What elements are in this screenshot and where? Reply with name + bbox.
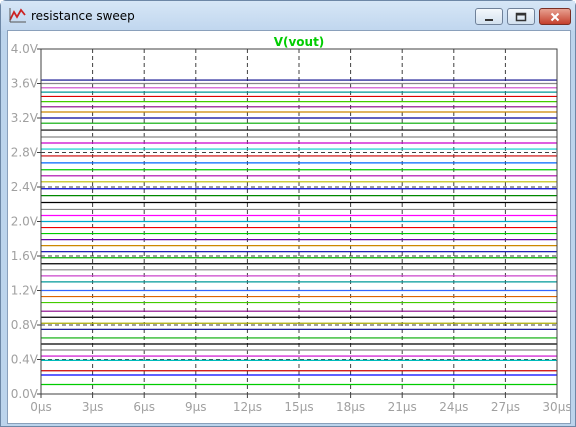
y-tick-label: 0.0V [11,387,39,401]
x-axis-ticks: 0µs 3µs 6µs 9µs 12µs 15µs 18µs 21µs 24µs 27µs 30µs [30,394,570,414]
y-tick-label: 4.0V [11,42,39,56]
title-bar[interactable]: resistance sweep [1,1,575,31]
x-tick-label: 30µs [542,400,570,414]
y-axis-ticks: 0.0V 0.4V 0.8V 1.2V 1.6V 2.0V 2.4V 2.8V 3.2V 3.6V… [11,42,41,401]
x-tick-label: 0µs [30,400,52,414]
close-button[interactable] [539,8,571,25]
close-icon [550,7,560,26]
waveform-icon[interactable] [9,7,27,23]
window-title: resistance sweep [31,9,135,23]
x-tick-label: 9µs [185,400,207,414]
x-tick-label: 27µs [491,400,520,414]
minimize-icon [484,7,494,26]
y-tick-label: 1.6V [11,249,39,263]
y-tick-label: 2.4V [11,180,39,194]
maximize-button[interactable] [507,8,535,25]
x-tick-label: 15µs [284,400,313,414]
x-tick-label: 24µs [439,400,468,414]
y-tick-label: 0.8V [11,318,39,332]
x-tick-label: 21µs [388,400,417,414]
maximize-icon [515,7,527,26]
trace-label[interactable]: V(vout) [274,35,325,49]
y-tick-label: 2.0V [11,215,39,229]
x-tick-label: 3µs [82,400,104,414]
y-tick-label: 3.2V [11,111,39,125]
x-tick-label: 6µs [133,400,155,414]
plot-pane[interactable]: 0.0V 0.4V 0.8V 1.2V 1.6V 2.0V 2.4V 2.8V 3.2V 3.6V… [7,30,571,424]
minimize-button[interactable] [475,8,503,25]
waveform-plot[interactable]: 0.0V 0.4V 0.8V 1.2V 1.6V 2.0V 2.4V 2.8V 3.2V 3.6V… [8,31,570,423]
y-tick-label: 1.2V [11,284,39,298]
x-tick-label: 18µs [336,400,365,414]
y-tick-label: 0.4V [11,353,39,367]
x-tick-label: 12µs [233,400,262,414]
y-tick-label: 3.6V [11,77,39,91]
y-tick-label: 2.8V [11,146,39,160]
plot-window: resistance sweep 0.0V 0.4V 0.8V 1.2V 1.6V 2.0… [0,0,576,427]
